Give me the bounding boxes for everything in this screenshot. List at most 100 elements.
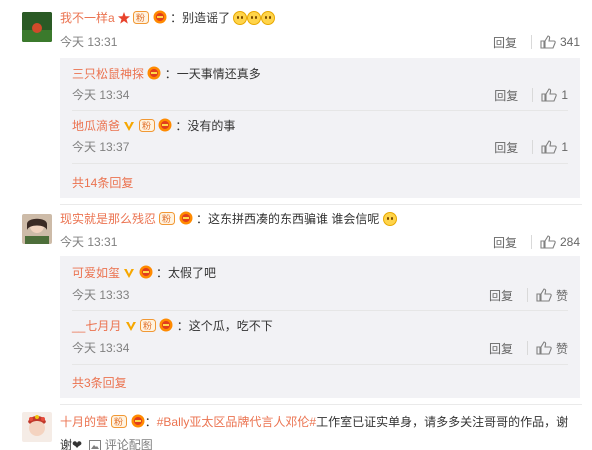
like-count: 1 bbox=[561, 140, 568, 154]
laugh-cry-emoji-icon bbox=[261, 11, 276, 25]
like-count: 284 bbox=[559, 235, 580, 249]
like-label: 赞 bbox=[555, 341, 568, 356]
timestamp: 今天 13:34 bbox=[72, 341, 130, 355]
reply-actions: 回复 1 bbox=[486, 139, 568, 155]
vip-badge-icon bbox=[158, 118, 172, 136]
reply-button[interactable]: 回复 bbox=[486, 87, 526, 104]
reply-text: 可爱如玺 ：太假了吧 bbox=[72, 265, 216, 283]
like-count: 341 bbox=[559, 35, 580, 49]
username[interactable]: __七月月 bbox=[72, 319, 121, 333]
avatar[interactable] bbox=[22, 412, 52, 442]
like-button[interactable]: 赞 bbox=[536, 340, 568, 357]
avatar[interactable] bbox=[22, 12, 52, 42]
like-count: 1 bbox=[561, 88, 568, 102]
like-button[interactable]: 341 bbox=[540, 35, 580, 49]
svg-text:粉: 粉 bbox=[143, 320, 152, 332]
comment-text: 十月的萱 粉 ：#Bally亚太区品牌代言人邓伦#工作室已证实单身，请多多关注哥… bbox=[60, 412, 580, 450]
divider bbox=[72, 364, 568, 365]
more-replies-link[interactable]: 共14条回复 bbox=[72, 174, 133, 191]
svg-text:粉: 粉 bbox=[162, 213, 171, 225]
comment-body: ：这东拼西凑的东西骗谁 谁会信呢 bbox=[196, 212, 380, 226]
fan-badge-icon: 粉 bbox=[159, 212, 176, 229]
divider bbox=[530, 35, 532, 49]
sub-replies: 可爱如玺 ：太假了吧 今天 13:33 回复 赞 __七月月 粉 ：这个瓜，吃不… bbox=[60, 256, 580, 398]
svg-text:粉: 粉 bbox=[142, 120, 151, 132]
reply-body: ：一天事情还真多 bbox=[164, 67, 261, 81]
reply-button[interactable]: 回复 bbox=[481, 340, 521, 357]
reply-button[interactable]: 回复 bbox=[481, 287, 521, 304]
divider bbox=[526, 341, 528, 355]
username[interactable]: 三只松鼠神探 bbox=[72, 67, 144, 81]
sub-replies: 三只松鼠神探 ：一天事情还真多 今天 13:34 回复 1 地瓜滴爸 粉 ：没有… bbox=[60, 58, 580, 198]
like-button[interactable]: 1 bbox=[541, 88, 568, 102]
thumbs-up-icon bbox=[536, 288, 552, 302]
comment-actions: 回复 284 bbox=[485, 234, 580, 250]
thumbs-up-icon bbox=[541, 88, 558, 102]
reply-actions: 回复 1 bbox=[486, 87, 568, 103]
verified-v-icon bbox=[123, 267, 135, 283]
divider bbox=[530, 235, 532, 249]
fan-badge-icon: 粉 bbox=[140, 319, 157, 336]
vip-badge-icon bbox=[139, 265, 153, 283]
comment-text: 现实就是那么残忍 粉 ：这东拼西凑的东西骗谁 谁会信呢 bbox=[60, 211, 397, 229]
laugh-cry-emoji-icon bbox=[233, 11, 248, 25]
divider bbox=[72, 310, 568, 311]
vip-badge-icon bbox=[153, 10, 167, 28]
username[interactable]: 十月的萱 bbox=[60, 415, 108, 429]
divider bbox=[72, 163, 568, 164]
username[interactable]: 我不一样a bbox=[60, 11, 115, 25]
divider bbox=[72, 110, 568, 111]
timestamp: 今天 13:37 bbox=[72, 140, 130, 154]
reply-body: ：太假了吧 bbox=[156, 266, 217, 280]
username[interactable]: 现实就是那么残忍 bbox=[60, 212, 156, 226]
username[interactable]: 地瓜滴爸 bbox=[72, 119, 120, 133]
timestamp: 今天 13:31 bbox=[60, 35, 118, 49]
vip-badge-icon bbox=[179, 211, 193, 229]
reply-body: ：没有的事 bbox=[175, 119, 236, 133]
like-button[interactable]: 1 bbox=[541, 140, 568, 154]
thumbs-up-icon bbox=[540, 235, 556, 249]
pic-link[interactable]: 评论配图 bbox=[105, 438, 153, 450]
reply-button[interactable]: 回复 bbox=[485, 234, 525, 251]
timestamp: 今天 13:34 bbox=[72, 88, 130, 102]
divider bbox=[526, 288, 528, 302]
fan-badge-icon: 粉 bbox=[138, 119, 155, 136]
vip-badge-icon bbox=[131, 414, 145, 435]
reply-body: ：这个瓜，吃不下 bbox=[176, 319, 273, 333]
divider bbox=[60, 204, 582, 205]
star-badge-icon bbox=[118, 12, 131, 28]
comment-actions: 回复 341 bbox=[485, 34, 580, 50]
vip-badge-icon bbox=[147, 66, 161, 84]
laugh-cry-emoji-icon bbox=[247, 11, 262, 25]
fan-badge-icon: 粉 bbox=[133, 11, 150, 28]
hashtag-link[interactable]: #Bally亚太区品牌代言人邓伦# bbox=[157, 415, 316, 429]
reply-button[interactable]: 回复 bbox=[486, 139, 526, 156]
avatar[interactable] bbox=[22, 214, 52, 244]
vip-badge-icon bbox=[159, 318, 173, 336]
like-button[interactable]: 赞 bbox=[536, 287, 568, 304]
divider bbox=[532, 140, 534, 154]
verified-v-icon bbox=[125, 320, 137, 336]
thumbs-up-icon bbox=[536, 341, 552, 355]
verified-v-icon bbox=[123, 120, 135, 136]
fan-badge-icon: 粉 bbox=[111, 414, 128, 435]
reply-text: __七月月 粉 ：这个瓜，吃不下 bbox=[72, 318, 273, 336]
timestamp: 今天 13:33 bbox=[72, 288, 130, 302]
comment-body: ：别造谣了 bbox=[170, 11, 231, 25]
thumbs-up-icon bbox=[540, 35, 556, 49]
svg-text:粉: 粉 bbox=[136, 12, 145, 24]
reply-button[interactable]: 回复 bbox=[485, 34, 525, 51]
divider bbox=[532, 88, 534, 102]
reply-text: 地瓜滴爸 粉 ：没有的事 bbox=[72, 118, 235, 136]
like-button[interactable]: 284 bbox=[540, 235, 580, 249]
colon: ： bbox=[144, 415, 157, 429]
svg-text:粉: 粉 bbox=[114, 416, 123, 428]
timestamp: 今天 13:31 bbox=[60, 235, 118, 249]
more-replies-link[interactable]: 共3条回复 bbox=[72, 374, 127, 391]
like-label: 赞 bbox=[555, 288, 568, 303]
username[interactable]: 可爱如玺 bbox=[72, 266, 120, 280]
sleepy-emoji-icon bbox=[382, 212, 397, 226]
image-icon[interactable] bbox=[89, 437, 102, 450]
comment-text: 我不一样a 粉 ：别造谣了 bbox=[60, 10, 276, 28]
reply-actions: 回复 赞 bbox=[481, 340, 568, 356]
